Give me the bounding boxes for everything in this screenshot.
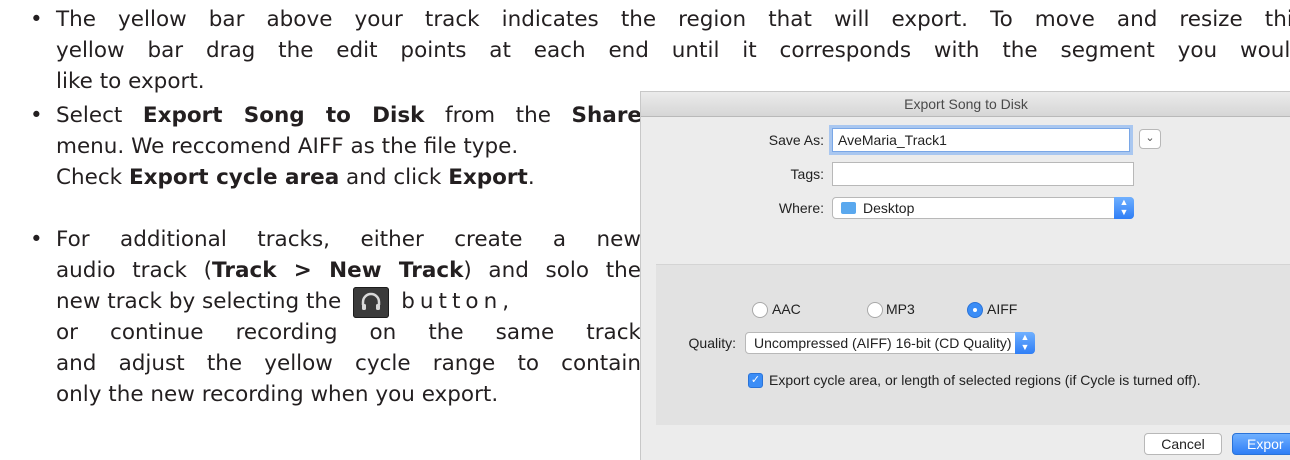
mp3-radio[interactable] [867, 302, 883, 318]
instruction-1-line-1: The yellow bar above your track indicate… [56, 7, 1290, 32]
export-cycle-label: Export cycle area, or length of selected… [769, 372, 1201, 388]
quality-value: Uncompressed (AIFF) 16-bit (CD Quality) [754, 335, 1012, 351]
quality-stepper-icon: ▲ ▼ [1015, 332, 1035, 354]
track-new-track-text: Track > New Track [212, 258, 464, 283]
export-cycle-checkbox[interactable]: ✓ [748, 373, 763, 388]
instruction-2-line-1: Select Export Song to Disk from the Shar… [56, 103, 642, 128]
headphones-solo-icon [353, 286, 390, 318]
instruction-3-line-3: new track by selecting the button, [56, 286, 641, 318]
export-song-menu-item-text: Export Song to Disk [142, 103, 425, 128]
export-text: Export [448, 165, 528, 190]
quality-label: Quality: [688, 335, 736, 351]
quality-popup[interactable]: Uncompressed (AIFF) 16-bit (CD Quality) … [745, 332, 1035, 354]
share-menu-text: Share [571, 103, 642, 128]
aiff-label: AIFF [987, 301, 1018, 317]
export-cycle-text: Export cycle area [128, 165, 340, 190]
aiff-radio[interactable] [967, 302, 983, 318]
aac-label: AAC [772, 301, 801, 317]
save-as-label: Save As: [768, 132, 824, 148]
where-popup[interactable]: Desktop ▲ ▼ [832, 197, 1134, 219]
format-options-panel: AAC MP3 AIFF Quality: Uncompressed (AIFF… [656, 264, 1290, 425]
bullet-glyph: • [30, 7, 43, 32]
mp3-label: MP3 [886, 301, 915, 317]
export-button[interactable]: Expor [1232, 433, 1290, 455]
instruction-3-line-2: audio track (Track > New Track) and solo… [56, 258, 641, 283]
instruction-1-line-2: yellow bar drag the edit points at each … [56, 38, 1290, 63]
instruction-3-line-5: and adjust the yellow cycle range to con… [56, 351, 641, 376]
tags-label: Tags: [790, 166, 824, 182]
save-as-field[interactable]: AveMaria_Track1 [832, 128, 1130, 152]
chevron-down-icon[interactable]: ⌄ [1139, 129, 1161, 149]
where-label: Where: [778, 200, 824, 216]
bullet-glyph: • [30, 103, 43, 128]
bullet-glyph: • [30, 227, 43, 252]
tags-field[interactable] [832, 162, 1134, 186]
instruction-3-line-1: For additional tracks, either create a n… [56, 227, 641, 252]
cancel-button[interactable]: Cancel [1144, 433, 1222, 455]
instruction-2-line-2: menu. We reccomend AIFF as the file type… [56, 134, 519, 159]
where-stepper-icon: ▲ ▼ [1114, 197, 1134, 219]
instruction-3-line-4: or continue recording on the same track [56, 320, 641, 345]
dialog-title: Export Song to Disk [641, 92, 1290, 117]
export-song-dialog: Export Song to Disk Save As: AveMaria_Tr… [640, 91, 1290, 460]
instruction-2-line-3: Check Export cycle area and click Export… [56, 165, 535, 190]
aac-radio[interactable] [752, 302, 768, 318]
instruction-3-line-6: only the new recording when you export. [56, 382, 499, 407]
where-value: Desktop [863, 200, 915, 216]
folder-icon [841, 202, 856, 214]
